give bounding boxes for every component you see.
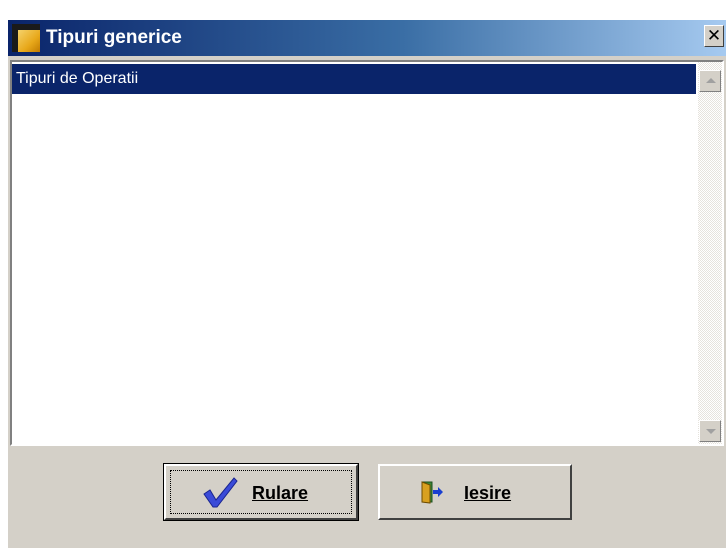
title-bar[interactable]: Tipuri generice ✕ bbox=[8, 20, 726, 56]
close-icon: ✕ bbox=[706, 26, 722, 45]
run-button[interactable]: Rulare bbox=[163, 463, 359, 521]
vertical-scrollbar[interactable] bbox=[698, 62, 722, 444]
window-title: Tipuri generice bbox=[46, 27, 182, 48]
generic-types-list[interactable]: Tipuri de Operatii bbox=[10, 60, 724, 446]
arrow-down-icon bbox=[706, 429, 716, 434]
dialog-window: Tipuri generice ✕ Tipuri de Operatii Rul… bbox=[8, 20, 726, 548]
exit-button-label: Iesire bbox=[464, 483, 512, 503]
exit-button[interactable]: Iesire bbox=[378, 464, 572, 520]
scroll-down-button[interactable] bbox=[699, 420, 721, 442]
list-item-tipuri-de-operatii[interactable]: Tipuri de Operatii bbox=[12, 64, 696, 94]
exit-door-icon bbox=[421, 481, 443, 504]
run-button-label: Rulare bbox=[252, 483, 309, 503]
scroll-up-button[interactable] bbox=[699, 70, 721, 92]
arrow-up-icon bbox=[706, 78, 716, 83]
checkmark-icon bbox=[203, 477, 238, 508]
app-logo-icon bbox=[12, 24, 40, 52]
close-button[interactable]: ✕ bbox=[704, 25, 724, 47]
